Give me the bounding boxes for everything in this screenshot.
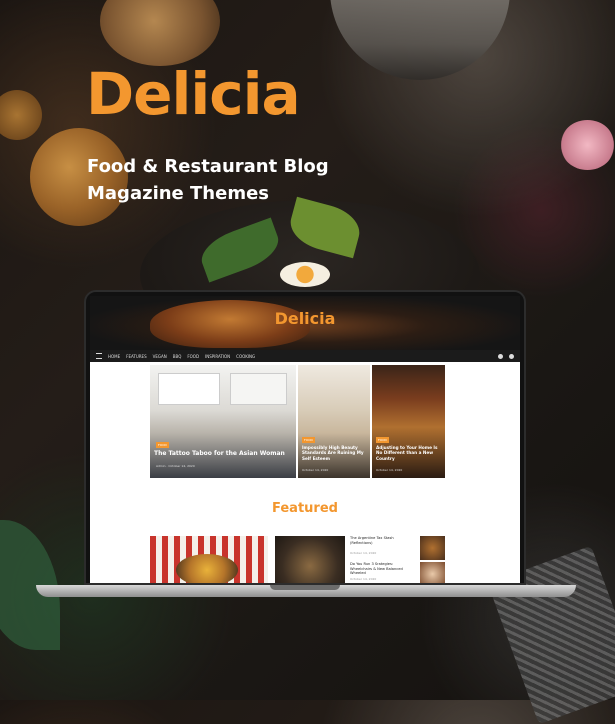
featured-section: The Argentine Tax Stash (Reflections) Oc…	[150, 536, 445, 583]
background-cookie	[0, 90, 42, 140]
kitchen-cabinet-image	[158, 373, 220, 405]
list-item[interactable]: The Argentine Tax Stash (Reflections) Oc…	[350, 536, 445, 562]
list-item-meta: October 14, 2020	[350, 577, 377, 581]
nav-item-inspiration[interactable]: INSPIRATION	[205, 354, 230, 359]
laptop-notch	[270, 585, 340, 590]
background-flower	[560, 120, 615, 170]
list-item-thumbnail[interactable]	[420, 562, 445, 583]
post-meta: Admin · October 14, 2020	[156, 464, 195, 468]
list-item-thumbnail[interactable]	[420, 536, 445, 560]
laptop-mockup: Delicia HOME FEATURES VEGAN BBQ FOOD INS…	[84, 290, 526, 585]
featured-post-image[interactable]	[150, 536, 268, 583]
category-badge[interactable]: FOOD	[156, 442, 169, 448]
background-jar	[330, 0, 510, 80]
category-badge[interactable]: FOOD	[302, 437, 315, 443]
nav-item-bbq[interactable]: BBQ	[173, 354, 182, 359]
search-icon[interactable]	[509, 353, 514, 359]
category-badge[interactable]: FOOD	[376, 437, 389, 443]
list-item-meta: October 14, 2020	[350, 551, 377, 555]
kitchen-cabinet-image	[230, 373, 287, 405]
featured-list: The Argentine Tax Stash (Reflections) Oc…	[350, 536, 445, 583]
post-card-large[interactable]: FOOD The Tattoo Taboo for the Asian Woma…	[150, 365, 296, 478]
tagline: Food & Restaurant Blog Magazine Themes	[87, 153, 329, 207]
site-nav: HOME FEATURES VEGAN BBQ FOOD INSPIRATION…	[90, 350, 520, 362]
nav-item-home[interactable]: HOME	[108, 354, 120, 359]
menu-icon[interactable]	[96, 353, 102, 359]
brand-title: Delicia	[86, 60, 301, 128]
post-card[interactable]: FOOD Adjusting to Your Home Is No Differ…	[372, 365, 445, 478]
nav-item-features[interactable]: FEATURES	[126, 354, 146, 359]
list-item[interactable]: Do You Run 3 Srategies: Wheelchairs & Ne…	[350, 562, 445, 583]
laptop-screen: Delicia HOME FEATURES VEGAN BBQ FOOD INS…	[90, 296, 520, 583]
tagline-line-1: Food & Restaurant Blog	[87, 156, 329, 177]
post-title[interactable]: Impossibly High Beauty Standards Are Rui…	[302, 445, 366, 461]
site-logo[interactable]: Delicia	[90, 309, 520, 328]
hero-post-grid: FOOD The Tattoo Taboo for the Asian Woma…	[150, 365, 445, 478]
nav-item-vegan[interactable]: VEGAN	[153, 354, 167, 359]
dish-image	[176, 554, 238, 583]
post-title[interactable]: Adjusting to Your Home Is No Different t…	[376, 445, 441, 461]
post-card[interactable]: FOOD Impossibly High Beauty Standards Ar…	[298, 365, 370, 478]
background-egg	[280, 262, 330, 287]
background-cookie	[100, 0, 220, 66]
user-icon[interactable]	[498, 353, 503, 359]
list-item-title[interactable]: The Argentine Tax Stash (Reflections)	[350, 536, 412, 545]
list-item-title[interactable]: Do You Run 3 Srategies: Wheelchairs & Ne…	[350, 562, 412, 576]
site-header: Delicia	[90, 296, 520, 350]
post-meta: October 14, 2020	[302, 468, 329, 472]
featured-post-image[interactable]	[275, 536, 345, 583]
nav-item-cooking[interactable]: COOKING	[236, 354, 255, 359]
nav-item-food[interactable]: FOOD	[187, 354, 199, 359]
post-meta: October 14, 2020	[376, 468, 403, 472]
post-title[interactable]: The Tattoo Taboo for the Asian Woman	[154, 450, 292, 457]
tagline-line-2: Magazine Themes	[87, 183, 270, 204]
featured-heading: Featured	[272, 501, 338, 516]
